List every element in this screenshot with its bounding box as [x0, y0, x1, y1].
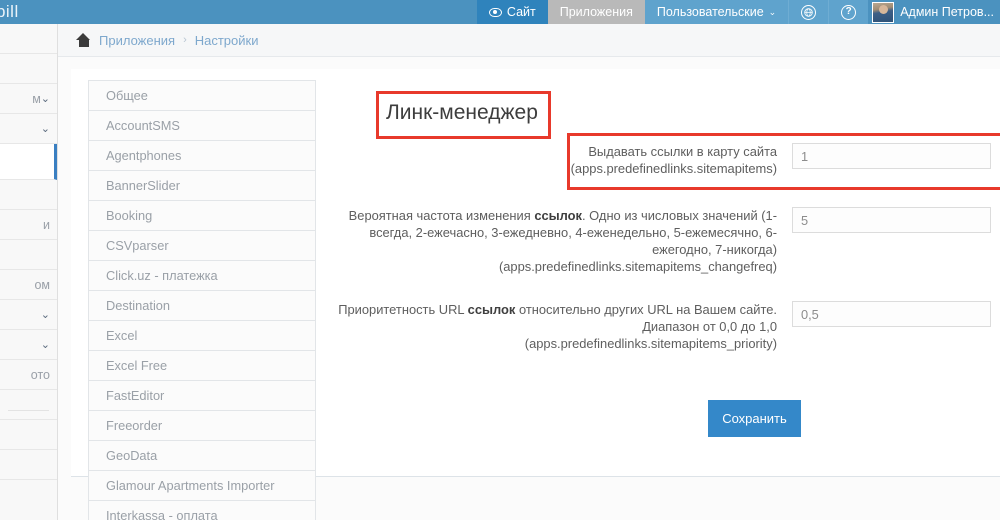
form-label-key: (apps.predefinedlinks.sitemapitems)	[570, 161, 777, 176]
chevron-down-icon: ⌄	[40, 309, 50, 321]
form-label-changefreq: Вероятная частота изменения ссылок. Одно…	[329, 207, 792, 275]
settings-list-item[interactable]: Booking	[89, 201, 315, 231]
sidebar-row-label: ото	[30, 367, 50, 382]
form-label-emphasis: ссылок	[467, 302, 516, 317]
settings-list-item[interactable]: Excel Free	[89, 351, 315, 381]
user-menu[interactable]: Админ Петров...	[868, 0, 1000, 24]
form-label-text: Вероятная частота изменения	[348, 208, 535, 223]
chevron-down-icon: ⌄	[40, 123, 50, 135]
input-sitemapitems[interactable]	[792, 143, 991, 169]
form-label-tail: относительно других URL на Вашем сайте. …	[515, 302, 777, 334]
form-label-text: Выдавать ссылки в карту сайта	[588, 144, 777, 159]
breadcrumb-item-applications[interactable]: Приложения	[99, 33, 175, 48]
globe-icon	[801, 4, 817, 20]
save-button[interactable]: Сохранить	[708, 400, 801, 437]
top-navbar: ebill Сайт Приложения Пользовательские ⌄…	[0, 0, 1000, 24]
form-label-key: (apps.predefinedlinks.sitemapitems_chang…	[498, 259, 777, 274]
settings-list-item[interactable]: Destination	[89, 291, 315, 321]
help-icon: ?	[841, 4, 857, 20]
sidebar-row[interactable]	[0, 420, 57, 450]
brand-logo[interactable]: ebill	[0, 0, 19, 24]
form-label-text: Приоритетность URL	[338, 302, 468, 317]
settings-list-item[interactable]: FastEditor	[89, 381, 315, 411]
user-name: Админ Петров...	[900, 5, 994, 19]
form-row-changefreq: Вероятная частота изменения ссылок. Одно…	[329, 207, 1000, 275]
sidebar-row-label: ом	[34, 277, 50, 292]
settings-list-item[interactable]: Freeorder	[89, 411, 315, 441]
settings-list-item[interactable]: Glamour Apartments Importer	[89, 471, 315, 501]
form-label-key: (apps.predefinedlinks.sitemapitems_prior…	[524, 336, 777, 351]
main-content: Общее AccountSMS Agentphones BannerSlide…	[58, 57, 1000, 520]
form-label-sitemapitems: Выдавать ссылки в карту сайта (apps.pred…	[329, 143, 792, 177]
settings-list-item[interactable]: Agentphones	[89, 141, 315, 171]
sidebar-row[interactable]	[0, 180, 57, 210]
settings-list-item[interactable]: Click.uz - платежка	[89, 261, 315, 291]
nav-item-custom-label: Пользовательские	[656, 5, 764, 19]
settings-list-item[interactable]: GeoData	[89, 441, 315, 471]
sidebar-row-label: м	[32, 91, 41, 106]
nav-item-custom[interactable]: Пользовательские ⌄	[644, 0, 789, 24]
page-title: Линк-менеджер	[386, 101, 538, 124]
nav-item-applications-label: Приложения	[559, 5, 633, 19]
chevron-down-icon: ⌄	[40, 339, 50, 351]
nav-item-site-label: Сайт	[506, 5, 536, 19]
form-row-priority: Приоритетность URL ссылок относительно д…	[329, 301, 1000, 352]
sidebar-row[interactable]: ото	[0, 360, 57, 390]
sidebar-row[interactable]: и	[0, 210, 57, 240]
sidebar-row[interactable]	[0, 24, 57, 54]
settings-list-item[interactable]: AccountSMS	[89, 111, 315, 141]
input-changefreq[interactable]	[792, 207, 991, 233]
help-button[interactable]: ?	[828, 0, 869, 24]
chevron-down-icon: ⌄	[40, 93, 50, 105]
form-label-emphasis: ссылок	[534, 208, 583, 223]
form-label-priority: Приоритетность URL ссылок относительно д…	[329, 301, 792, 352]
sidebar-row-label: и	[43, 217, 50, 232]
sidebar-row[interactable]: м ⌄	[0, 84, 57, 114]
sidebar-row[interactable]: ⌄	[0, 300, 57, 330]
breadcrumb-separator: ›	[183, 34, 187, 46]
settings-list-item[interactable]: Interkassa - оплата	[89, 501, 315, 520]
settings-list: Общее AccountSMS Agentphones BannerSlide…	[88, 80, 316, 520]
app-root: ebill Сайт Приложения Пользовательские ⌄…	[0, 0, 1000, 520]
eye-icon	[488, 7, 502, 17]
sidebar-row[interactable]: ⌄	[0, 330, 57, 360]
breadcrumb: Приложения › Настройки	[58, 24, 1000, 57]
language-button[interactable]	[788, 0, 829, 24]
settings-list-item[interactable]: Excel	[89, 321, 315, 351]
input-priority[interactable]	[792, 301, 991, 327]
sidebar-row-active[interactable]	[0, 144, 57, 180]
sidebar-row[interactable]: ом	[0, 270, 57, 300]
sidebar-row[interactable]	[0, 450, 57, 480]
nav-item-applications[interactable]: Приложения	[547, 0, 645, 24]
avatar	[872, 1, 895, 23]
settings-list-item[interactable]: BannerSlider	[89, 171, 315, 201]
settings-list-item[interactable]: CSVparser	[89, 231, 315, 261]
content-panel: Общее AccountSMS Agentphones BannerSlide…	[71, 69, 1000, 520]
left-sidebar: м ⌄ ⌄ и ом ⌄ ⌄ ото	[0, 24, 58, 520]
chevron-down-icon: ⌄	[768, 7, 777, 17]
navbar-spacer	[19, 0, 477, 24]
form-row-sitemapitems: Выдавать ссылки в карту сайта (apps.pred…	[329, 143, 1000, 177]
settings-list-item[interactable]: Общее	[89, 81, 315, 111]
sidebar-row[interactable]	[0, 390, 57, 420]
sidebar-row[interactable]	[0, 54, 57, 84]
sidebar-row[interactable]: ⌄	[0, 114, 57, 144]
home-icon[interactable]	[76, 33, 91, 47]
settings-form: Линк-менеджер Выдавать ссылки в карту са…	[329, 69, 1000, 477]
nav-item-site[interactable]: Сайт	[476, 0, 548, 24]
sidebar-row[interactable]	[0, 240, 57, 270]
breadcrumb-item-settings[interactable]: Настройки	[195, 33, 259, 48]
